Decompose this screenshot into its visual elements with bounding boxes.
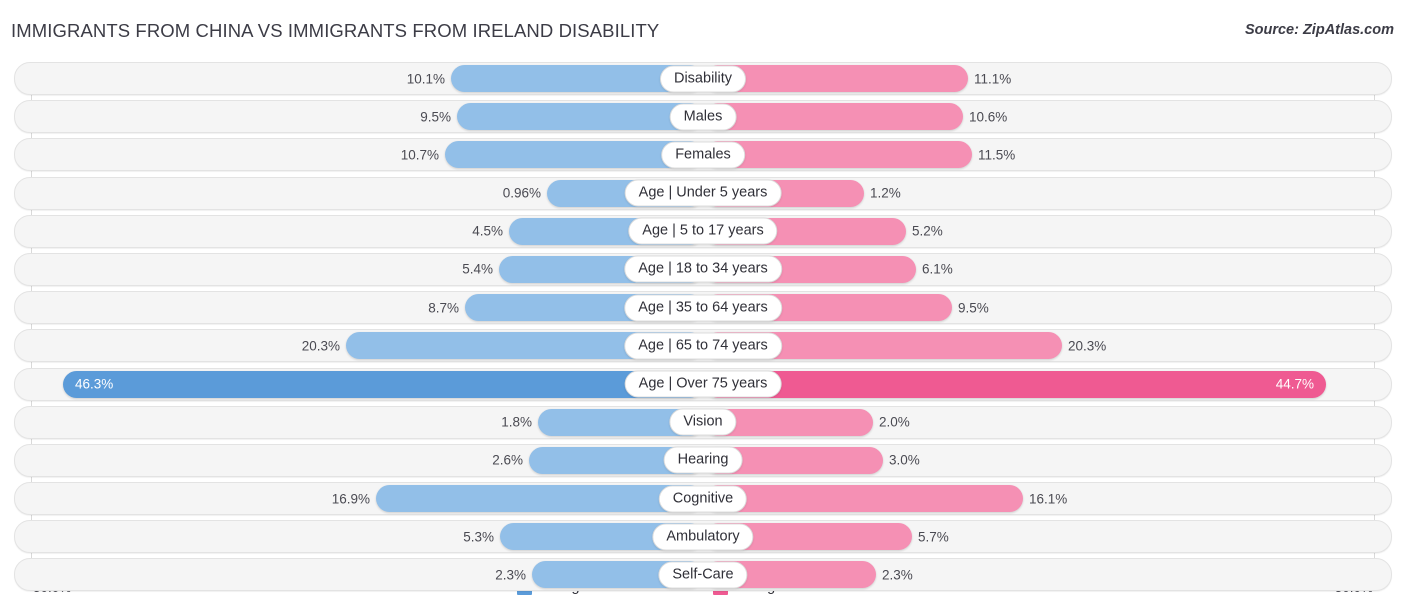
category-label: Hearing [663,446,743,474]
table-row[interactable]: 10.7% 11.5% Females [14,138,1392,172]
table-row[interactable]: 5.3% 5.7% Ambulatory [14,520,1392,554]
table-row[interactable]: 1.8% 2.0% Vision [14,405,1392,439]
value-label-left: 0.96% [502,185,541,201]
value-label-left: 20.3% [301,338,340,354]
category-label: Self-Care [658,561,748,589]
value-label-left: 9.5% [420,109,451,125]
value-label-right: 44.7% [1275,376,1314,392]
value-label-left: 4.5% [472,223,503,239]
value-label-right: 5.7% [918,529,949,545]
category-label: Disability [659,65,747,92]
bar-right-ireland [704,370,1326,398]
table-row[interactable]: 2.3% 2.3% Self-Care [14,558,1392,592]
value-label-left: 5.3% [463,529,494,545]
table-row[interactable]: 9.5% 10.6% Males [14,100,1392,134]
table-row[interactable]: 10.1% 11.1% Disability [14,62,1392,95]
value-label-right: 1.2% [870,185,901,201]
chart-rows: 10.1% 11.1% Disability 9.5% 10.6% Males 10.7% 1… [0,62,1406,597]
category-label: Age | 5 to 17 years [628,217,778,245]
table-row[interactable]: 16.9% 16.1% Cognitive [14,482,1392,516]
category-label: Age | 35 to 64 years [624,294,782,322]
category-label: Females [661,141,745,169]
category-label: Age | Over 75 years [624,370,782,398]
source-attribution: Source: ZipAtlas.com [1244,22,1394,38]
bar-left-china [63,370,704,398]
value-label-left: 5.4% [462,261,493,277]
bar-right-ireland [704,485,1023,513]
value-label-left: 10.1% [406,71,445,86]
category-label: Vision [669,408,737,436]
value-label-right: 9.5% [958,300,989,316]
value-label-left: 10.7% [400,147,439,163]
value-label-right: 11.5% [978,147,1016,163]
value-label-right: 2.3% [882,567,913,583]
table-row[interactable]: 8.7% 9.5% Age | 35 to 64 years [14,291,1392,325]
value-label-left: 16.9% [331,491,370,507]
category-label: Ambulatory [652,523,754,551]
chart-page: IMMIGRANTS FROM CHINA VS IMMIGRANTS FROM… [0,0,1406,612]
bar-left-china [457,103,704,131]
value-label-right: 2.0% [879,414,910,430]
table-row[interactable]: 46.3% 44.7% Age | Over 75 years [14,367,1392,401]
value-label-left: 8.7% [428,300,459,316]
table-row[interactable]: 5.4% 6.1% Age | 18 to 34 years [14,252,1392,286]
value-label-left: 46.3% [75,376,114,392]
page-title: IMMIGRANTS FROM CHINA VS IMMIGRANTS FROM… [11,20,660,41]
category-label: Age | 18 to 34 years [624,255,782,283]
value-label-right: 10.6% [969,109,1008,125]
value-label-left: 2.3% [495,567,526,583]
table-row[interactable]: 4.5% 5.2% Age | 5 to 17 years [14,214,1392,248]
value-label-right: 20.3% [1068,338,1107,354]
category-label: Age | Under 5 years [624,179,782,207]
value-label-right: 11.1% [974,71,1012,86]
category-label: Males [669,103,737,131]
category-label: Age | 65 to 74 years [624,332,782,360]
category-label: Cognitive [658,485,748,513]
value-label-right: 3.0% [889,452,920,468]
value-label-right: 16.1% [1029,491,1068,507]
value-label-right: 5.2% [912,223,943,239]
value-label-left: 1.8% [501,414,532,430]
chart-plot-area: 10.1% 11.1% Disability 9.5% 10.6% Males 10.7% 1… [0,62,1406,592]
table-row[interactable]: 20.3% 20.3% Age | 65 to 74 years [14,329,1392,363]
table-row[interactable]: 0.96% 1.2% Age | Under 5 years [14,176,1392,210]
chart-header: IMMIGRANTS FROM CHINA VS IMMIGRANTS FROM… [0,0,1406,56]
value-label-left: 2.6% [492,452,523,468]
table-row[interactable]: 2.6% 3.0% Hearing [14,443,1392,477]
bar-right-ireland [704,103,963,131]
bar-left-china [376,485,704,513]
value-label-right: 6.1% [922,261,953,277]
